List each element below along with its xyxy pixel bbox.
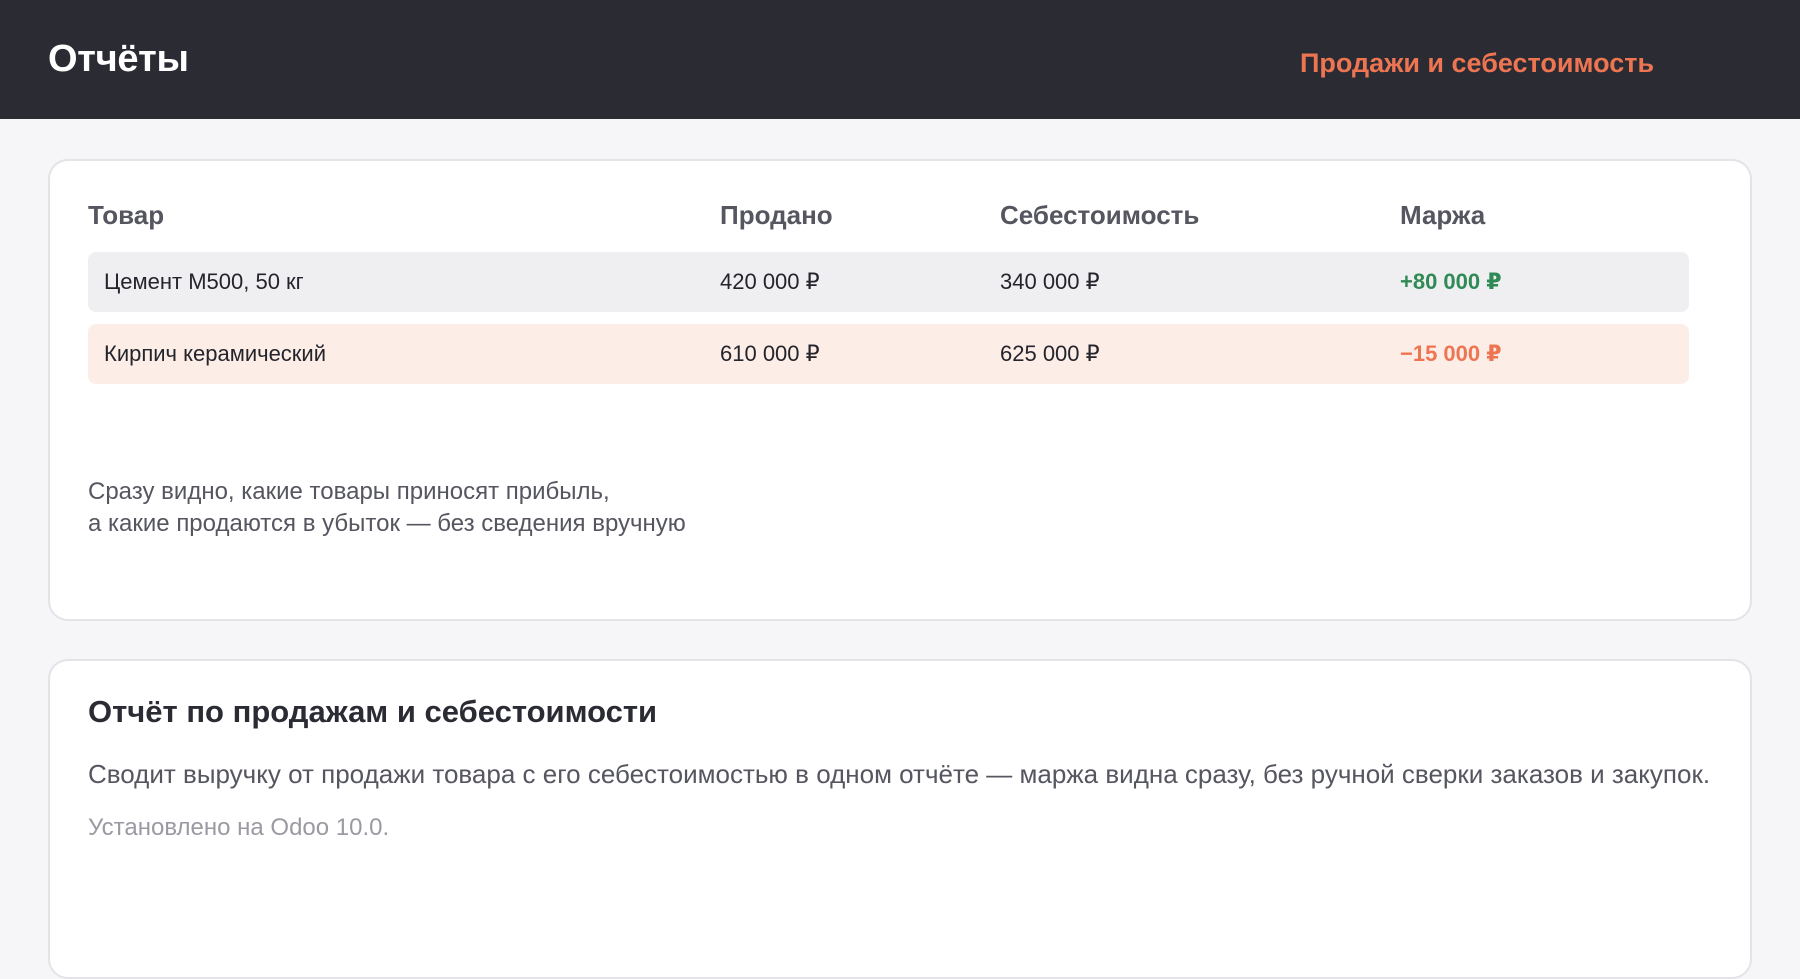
column-header-cost: Себестоимость xyxy=(1000,200,1200,230)
column-header-product: Товар xyxy=(88,200,165,230)
report-note: Сразу видно, какие товары приносят прибы… xyxy=(88,476,686,540)
report-note-line: а какие продаются в убыток — без сведени… xyxy=(88,510,686,537)
margin-amount: +80 000 ₽ xyxy=(1400,269,1502,294)
tab-sales-and-cost[interactable]: Продажи и себестоимость xyxy=(1300,48,1654,79)
table-row[interactable]: Кирпич керамический 610 000 ₽ 625 000 ₽ … xyxy=(88,324,1689,384)
table-row[interactable]: Цемент М500, 50 кг 420 000 ₽ 340 000 ₽ +… xyxy=(88,252,1689,312)
info-description: Сводит выручку от продажи товара с его с… xyxy=(88,759,1711,789)
top-bar: Отчёты Продажи и себестоимость xyxy=(0,0,1800,119)
column-header-margin: Маржа xyxy=(1400,200,1486,230)
cost-amount: 625 000 ₽ xyxy=(1000,341,1100,366)
app-title: Отчёты xyxy=(48,38,189,80)
report-note-line: Сразу видно, какие товары приносят прибы… xyxy=(88,478,610,505)
installed-version: Установлено на Odoo 10.0. xyxy=(88,814,390,841)
margin-amount: −15 000 ₽ xyxy=(1400,341,1502,366)
product-name: Цемент М500, 50 кг xyxy=(104,269,304,294)
column-header-sold: Продано xyxy=(720,200,833,230)
sold-amount: 420 000 ₽ xyxy=(720,269,820,294)
product-name: Кирпич керамический xyxy=(104,341,327,366)
report-card xyxy=(48,159,1752,621)
cost-amount: 340 000 ₽ xyxy=(1000,269,1100,294)
info-heading: Отчёт по продажам и себестоимости xyxy=(88,694,658,729)
sold-amount: 610 000 ₽ xyxy=(720,341,820,366)
